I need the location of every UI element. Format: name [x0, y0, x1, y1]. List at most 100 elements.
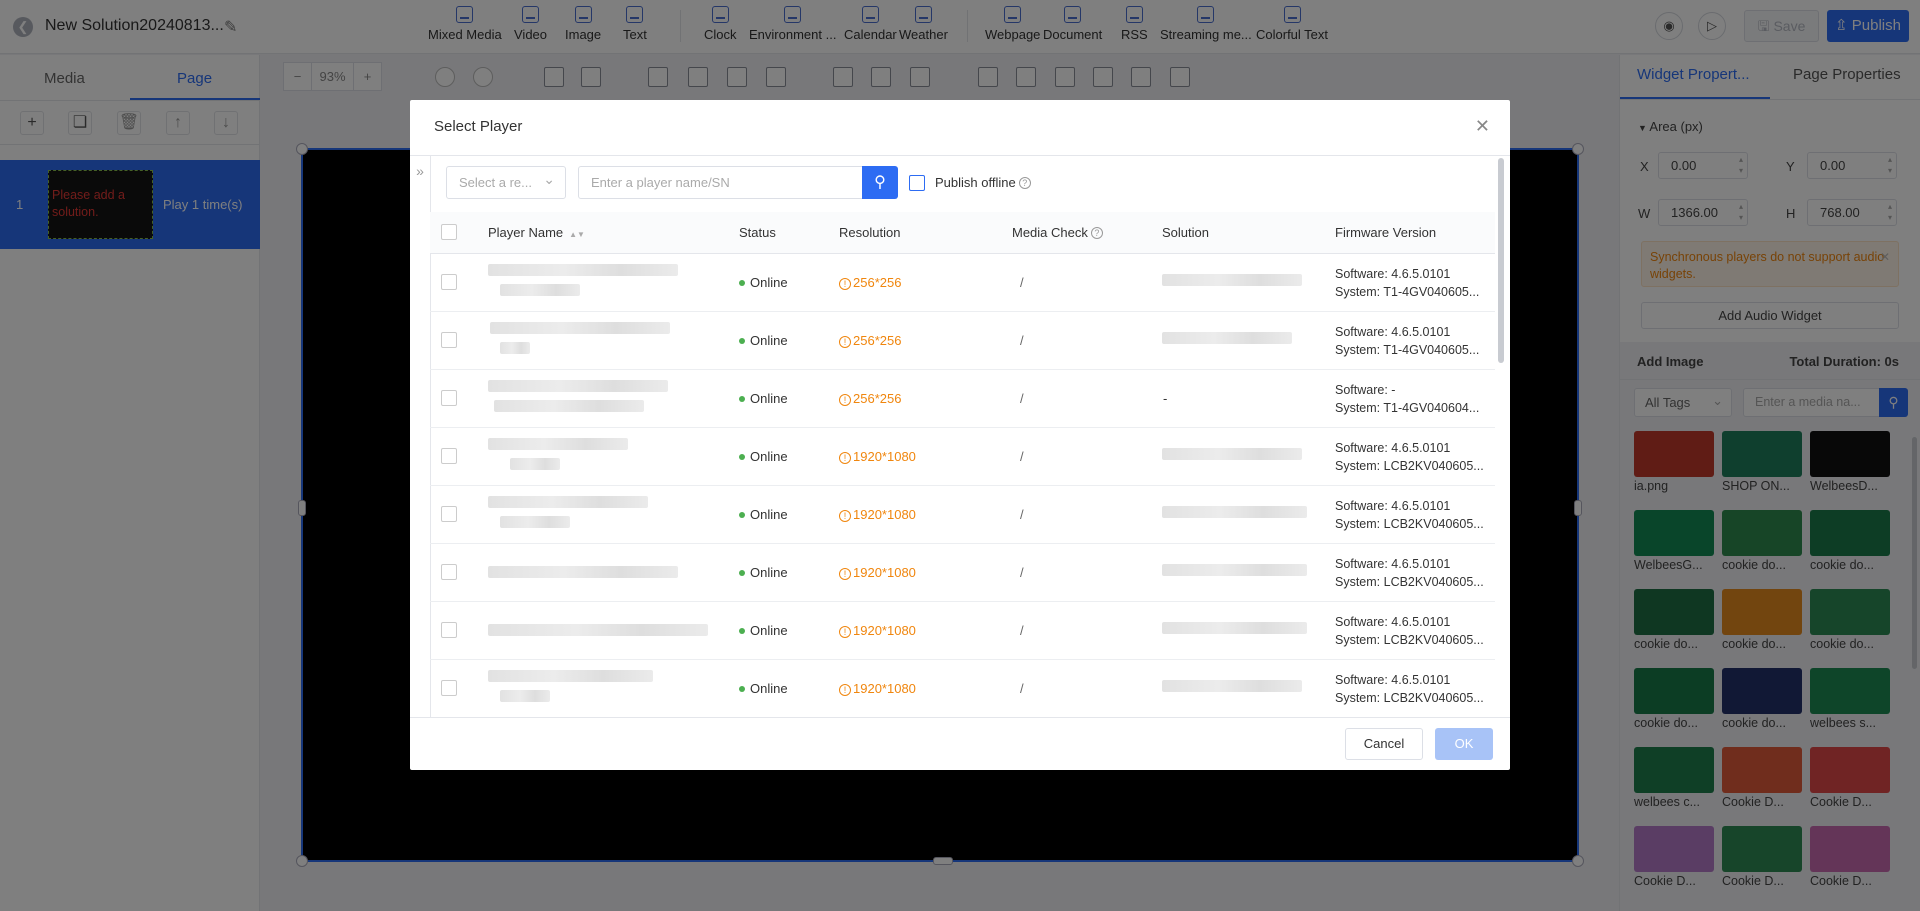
system-version: System: T1-4GV040605... — [1335, 343, 1480, 357]
media-check-cell: / — [1020, 681, 1024, 696]
table-row[interactable]: Online! 256*256/Software: 4.6.5.0101 Syste… — [430, 254, 1495, 312]
resolution-text: 256*256 — [853, 275, 902, 290]
table-row[interactable]: Online ! 1920*1080 / Software: 4.6.5.0101 Sys… — [430, 428, 1495, 486]
row-checkbox[interactable] — [441, 274, 457, 290]
publish-offline-checkbox[interactable] — [909, 175, 925, 191]
row-checkbox[interactable] — [441, 390, 457, 406]
table-row[interactable]: Online! 256*256/- Software: - System: T1-4G… — [430, 370, 1495, 428]
firmware-cell: Software: 4.6.5.0101 System: LCB2KV040605… — [1335, 497, 1484, 533]
publish-offline-text: Publish offline — [935, 175, 1016, 190]
column-header: Solution — [1162, 225, 1209, 240]
status-cell: Online — [739, 565, 788, 580]
system-version: System: LCB2KV040605... — [1335, 459, 1484, 473]
system-version: System: LCB2KV040605... — [1335, 633, 1484, 647]
player-name-redacted — [488, 438, 628, 450]
warning-icon: ! — [839, 452, 851, 464]
system-version: System: T1-4GV040604... — [1335, 401, 1480, 415]
player-name-redacted — [500, 342, 530, 354]
status-cell: Online — [739, 333, 788, 348]
table-row[interactable]: Online ! 1920*1080 / Software: 4.6.5.0101 Sys… — [430, 486, 1495, 544]
select-player-dialog: Select Player ✕ » Select a re... Enter a… — [410, 100, 1510, 770]
media-check-cell: / — [1020, 449, 1024, 464]
column-header: Media Check? — [1012, 225, 1103, 240]
online-dot-icon — [739, 280, 745, 286]
column-header: Firmware Version — [1335, 225, 1437, 240]
player-name-redacted — [500, 690, 550, 702]
solution-redacted — [1162, 332, 1292, 344]
status-cell: Online — [739, 275, 788, 290]
status-text: Online — [750, 391, 788, 406]
row-checkbox[interactable] — [441, 564, 457, 580]
media-check-cell: / — [1020, 275, 1024, 290]
table-row[interactable]: Online! 1920*1080/Software: 4.6.5.0101 Sys… — [430, 602, 1495, 660]
divider — [410, 717, 1510, 718]
software-version: Software: 4.6.5.0101 — [1335, 499, 1451, 513]
table-header: Player Name ▲▼ Status Resolution Media Ch… — [430, 212, 1495, 254]
row-checkbox[interactable] — [441, 448, 457, 464]
system-version: System: LCB2KV040605... — [1335, 691, 1484, 705]
media-check-cell: / — [1020, 507, 1024, 522]
row-checkbox[interactable] — [441, 332, 457, 348]
resolution-cell: ! 1920*1080 — [839, 565, 916, 580]
online-dot-icon — [739, 512, 745, 518]
ok-button[interactable]: OK — [1435, 728, 1493, 760]
resolution-cell: ! 256*256 — [839, 333, 901, 348]
warning-icon: ! — [839, 336, 851, 348]
warning-icon: ! — [839, 568, 851, 580]
player-search-input[interactable]: Enter a player name/SN — [578, 166, 863, 199]
scrollbar[interactable] — [1498, 158, 1504, 363]
row-checkbox[interactable] — [441, 506, 457, 522]
resolution-text: 1920*1080 — [853, 565, 916, 580]
media-check-cell: / — [1020, 623, 1024, 638]
player-name-redacted — [488, 264, 678, 276]
online-dot-icon — [739, 338, 745, 344]
column-header: Status — [739, 225, 776, 240]
status-text: Online — [750, 449, 788, 464]
table-row[interactable]: Online! 1920*1080/Software: 4.6.5.0101 Sys… — [430, 544, 1495, 602]
system-version: System: LCB2KV040605... — [1335, 517, 1484, 531]
firmware-cell: Software: 4.6.5.0101 System: LCB2KV040605… — [1335, 613, 1484, 649]
player-name-redacted — [488, 670, 653, 682]
online-dot-icon — [739, 628, 745, 634]
expand-icon[interactable]: » — [410, 156, 430, 186]
player-name-redacted — [488, 380, 668, 392]
divider — [410, 155, 1510, 156]
sort-icon[interactable]: ▲▼ — [569, 230, 585, 239]
status-cell: Online — [739, 681, 788, 696]
firmware-cell: Software: 4.6.5.0101 System: T1-4GV040605… — [1335, 265, 1479, 301]
player-name-redacted — [488, 624, 708, 636]
cancel-button[interactable]: Cancel — [1345, 728, 1423, 760]
media-check-cell: / — [1020, 333, 1024, 348]
column-header: Resolution — [839, 225, 901, 240]
software-version: Software: - — [1335, 383, 1396, 397]
solution-cell: - — [1163, 391, 1168, 406]
table-row[interactable]: Online ! 1920*1080 / Software: 4.6.5.0101 Sys… — [430, 660, 1495, 717]
resolution-cell: ! 1920*1080 — [839, 681, 916, 696]
status-text: Online — [750, 333, 788, 348]
status-cell: Online — [739, 623, 788, 638]
help-icon[interactable]: ? — [1090, 227, 1103, 239]
firmware-cell: Software: 4.6.5.0101 System: LCB2KV040605… — [1335, 671, 1484, 707]
status-text: Online — [750, 565, 788, 580]
close-icon[interactable]: ✕ — [1475, 116, 1490, 137]
resolution-cell: ! 1920*1080 — [839, 507, 916, 522]
player-name-redacted — [500, 284, 580, 296]
help-icon[interactable]: ? — [1018, 177, 1031, 189]
region-select[interactable]: Select a re... — [446, 164, 566, 199]
row-checkbox[interactable] — [441, 680, 457, 696]
search-icon[interactable]: ⚲ — [862, 166, 898, 199]
warning-icon: ! — [839, 626, 851, 638]
table-row[interactable]: Online! 256*256/Software: 4.6.5.0101 Syste… — [430, 312, 1495, 370]
column-header[interactable]: Player Name ▲▼ — [488, 225, 585, 240]
player-name-redacted — [510, 458, 560, 470]
select-all-checkbox[interactable] — [441, 224, 457, 240]
software-version: Software: 4.6.5.0101 — [1335, 441, 1451, 455]
resolution-cell: ! 1920*1080 — [839, 449, 916, 464]
status-cell: Online — [739, 507, 788, 522]
column-label: Media Check — [1012, 225, 1088, 240]
solution-redacted — [1162, 680, 1302, 692]
resolution-text: 1920*1080 — [853, 681, 916, 696]
row-checkbox[interactable] — [441, 622, 457, 638]
warning-icon: ! — [839, 394, 851, 406]
solution-redacted — [1162, 448, 1302, 460]
